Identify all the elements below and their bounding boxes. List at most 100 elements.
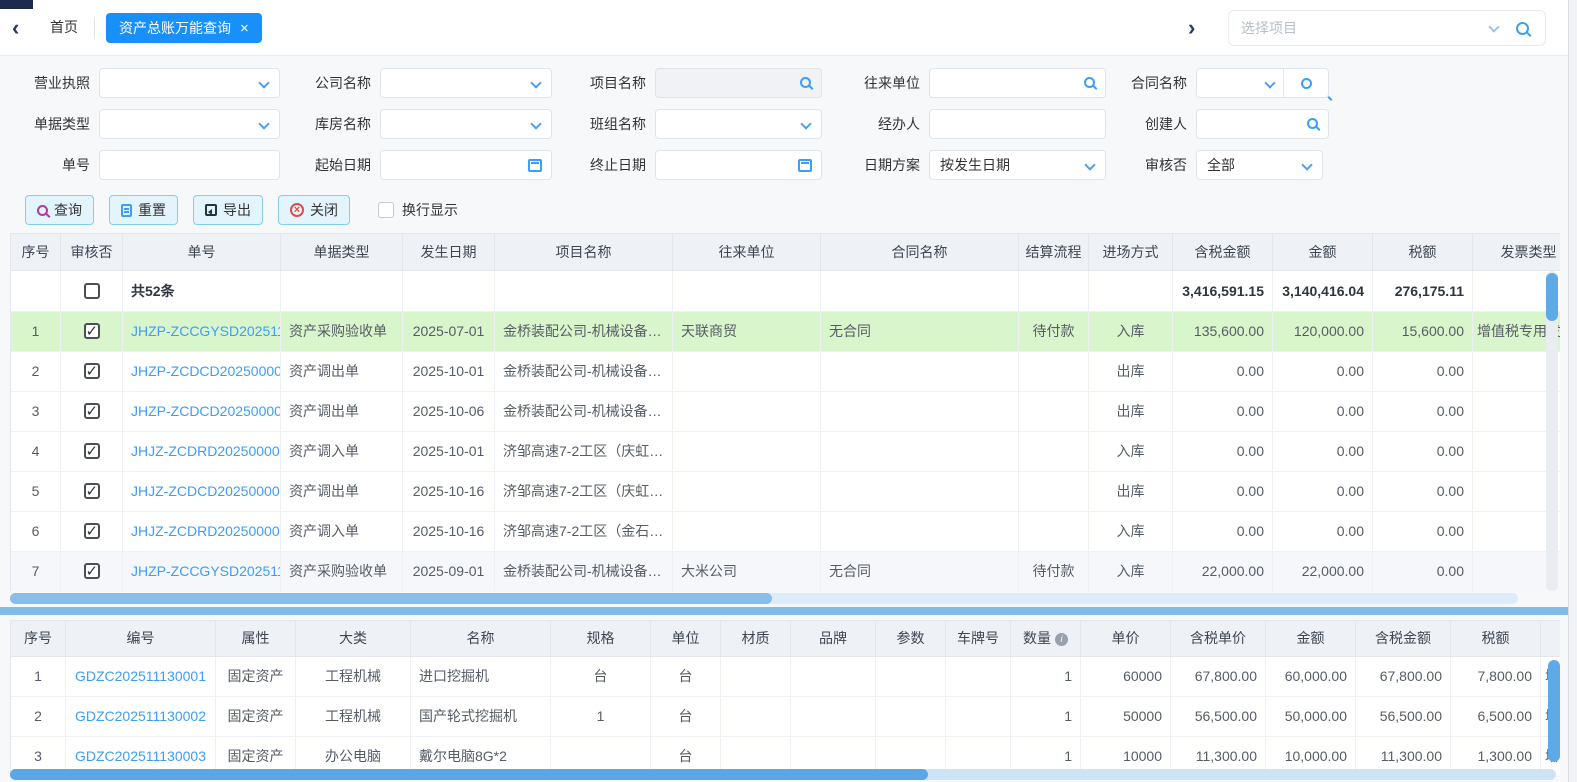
col-header-unit[interactable]: 单位 [651,621,721,657]
document-link[interactable]: JHZP-ZCDCD202500000 [131,363,281,379]
search-icon[interactable] [1516,22,1529,35]
start-date-picker[interactable] [380,150,552,180]
project-input[interactable] [656,69,821,97]
col-header-doc_type[interactable]: 单据类型 [281,234,403,271]
contract-select-value[interactable] [1197,69,1283,97]
col-header-category[interactable]: 大类 [296,621,411,657]
search-icon[interactable] [800,77,811,88]
chevron-down-icon[interactable] [1488,21,1499,32]
team-select[interactable] [655,109,822,139]
table-row[interactable]: 6JHJZ-ZCDRD202500000资产调入单2025-10-16济邹高速7… [11,512,1560,552]
document-link[interactable]: JHZP-ZCCGYSD2025111 [131,323,281,339]
table-row[interactable]: 1JHZP-ZCCGYSD2025111资产采购验收单2025-07-01金桥装… [11,312,1560,352]
col-header-plate[interactable]: 车牌号 [946,621,1011,657]
end-date-picker[interactable] [655,150,822,180]
table-row[interactable]: 3JHZP-ZCDCD202500000资产调出单2025-10-06金桥装配公… [11,392,1560,432]
col-header-no[interactable]: 序号 [11,621,66,657]
document-link[interactable]: JHJZ-ZCDCD202500000 [131,483,281,499]
col-header-material[interactable]: 材质 [721,621,791,657]
row-checkbox-checked[interactable] [84,403,100,419]
col-header-contract[interactable]: 合同名称 [821,234,1019,271]
document-link[interactable]: GDZC202511130001 [75,668,206,684]
col-header-invoice[interactable]: 发票类型 [1541,621,1560,657]
export-button[interactable]: 导出 [193,195,263,225]
project-search-field[interactable] [655,68,822,98]
info-icon[interactable]: i [1055,633,1068,646]
document-link[interactable]: GDZC202511130002 [75,708,206,724]
col-header-no[interactable]: 序号 [11,234,61,271]
col-header-order_no[interactable]: 单号 [123,234,281,271]
master-v-scrollbar[interactable] [1546,271,1558,591]
h-scrollbar-thumb[interactable] [10,593,772,604]
col-header-amount[interactable]: 金额 [1266,621,1356,657]
col-header-param[interactable]: 参数 [876,621,946,657]
col-header-amount[interactable]: 金额 [1273,234,1373,271]
partner-search-field[interactable] [929,68,1106,98]
close-button[interactable]: ×关闭 [278,195,350,225]
h-scrollbar-thumb[interactable] [10,769,928,780]
handler-field[interactable] [929,109,1106,139]
col-header-qty[interactable]: 数量i [1011,621,1081,657]
tabs-scroll-left-icon[interactable]: ‹ [12,14,19,42]
col-header-checked[interactable]: 审核否 [61,234,123,271]
contract-search-button[interactable] [1284,78,1328,89]
query-button[interactable]: 查询 [25,195,94,225]
table-row[interactable]: 4JHJZ-ZCDRD202500000资产调入单2025-10-01济邹高速7… [11,432,1560,472]
detail-h-scrollbar[interactable] [10,769,1556,780]
row-checkbox-checked[interactable] [84,443,100,459]
col-header-code[interactable]: 编号 [66,621,216,657]
detail-row[interactable]: 1GDZC202511130001固定资产工程机械进口挖掘机台台16000067… [11,657,1560,697]
wrap-display-checkbox[interactable] [378,202,394,218]
row-checkbox[interactable] [84,283,100,299]
col-header-settlement[interactable]: 结算流程 [1019,234,1089,271]
row-checkbox-checked[interactable] [84,563,100,579]
row-checkbox-checked[interactable] [84,323,100,339]
document-link[interactable]: JHJZ-ZCDRD202500000 [131,443,281,459]
doc-no-field[interactable] [99,150,280,180]
detail-v-scrollbar[interactable] [1548,658,1560,768]
col-header-tax_incl[interactable]: 含税金额 [1173,234,1273,271]
col-header-tax[interactable]: 税额 [1373,234,1473,271]
partner-input[interactable] [930,69,1105,97]
col-header-partner[interactable]: 往来单位 [673,234,821,271]
col-header-project[interactable]: 项目名称 [495,234,673,271]
row-checkbox-checked[interactable] [84,523,100,539]
col-header-date[interactable]: 发生日期 [403,234,495,271]
document-link[interactable]: JHJZ-ZCDRD202500000 [131,523,281,539]
contract-select[interactable] [1196,68,1329,98]
table-row[interactable]: 2JHZP-ZCDCD202500000资产调出单2025-10-01金桥装配公… [11,352,1560,392]
tab-home[interactable]: 首页 [50,17,78,37]
col-header-tax_amount[interactable]: 含税金额 [1356,621,1451,657]
col-header-price[interactable]: 单价 [1081,621,1171,657]
tab-close-icon[interactable]: × [240,21,249,36]
reset-button[interactable]: 重置 [109,195,178,225]
search-icon[interactable] [1084,77,1095,88]
license-select[interactable] [99,68,280,98]
col-header-spec[interactable]: 规格 [551,621,651,657]
col-header-attr[interactable]: 属性 [216,621,296,657]
row-checkbox-checked[interactable] [84,483,100,499]
col-header-tax[interactable]: 税额 [1451,621,1541,657]
master-h-scrollbar[interactable] [10,593,1518,604]
summary-row[interactable]: 共52条3,416,591.153,140,416.04276,175.11 [11,271,1560,312]
document-link[interactable]: GDZC202511130003 [75,748,206,764]
table-row[interactable]: 7JHZP-ZCCGYSD2025111资产采购验收单2025-09-01金桥装… [11,552,1560,591]
col-header-tax_price[interactable]: 含税单价 [1171,621,1266,657]
col-header-entry[interactable]: 进场方式 [1089,234,1173,271]
company-select[interactable] [380,68,552,98]
tabs-scroll-right-icon[interactable]: › [1188,14,1195,42]
v-scrollbar-thumb[interactable] [1546,273,1558,321]
warehouse-select[interactable] [380,109,552,139]
row-checkbox-checked[interactable] [84,363,100,379]
tab-asset-ledger-query[interactable]: 资产总账万能查询 × [106,13,262,43]
search-icon[interactable] [1307,118,1318,129]
document-link[interactable]: JHZP-ZCCGYSD2025111 [131,563,281,579]
table-row[interactable]: 5JHJZ-ZCDCD202500000资产调出单2025-10-16济邹高速7… [11,472,1560,512]
audit-select[interactable]: 全部 [1196,150,1323,180]
date-plan-select[interactable]: 按发生日期 [929,150,1106,180]
handler-input[interactable] [930,110,1105,138]
col-header-invoice[interactable]: 发票类型 [1473,234,1560,271]
col-header-name[interactable]: 名称 [411,621,551,657]
creator-search-field[interactable] [1196,109,1329,139]
document-link[interactable]: JHZP-ZCDCD202500000 [131,403,281,419]
